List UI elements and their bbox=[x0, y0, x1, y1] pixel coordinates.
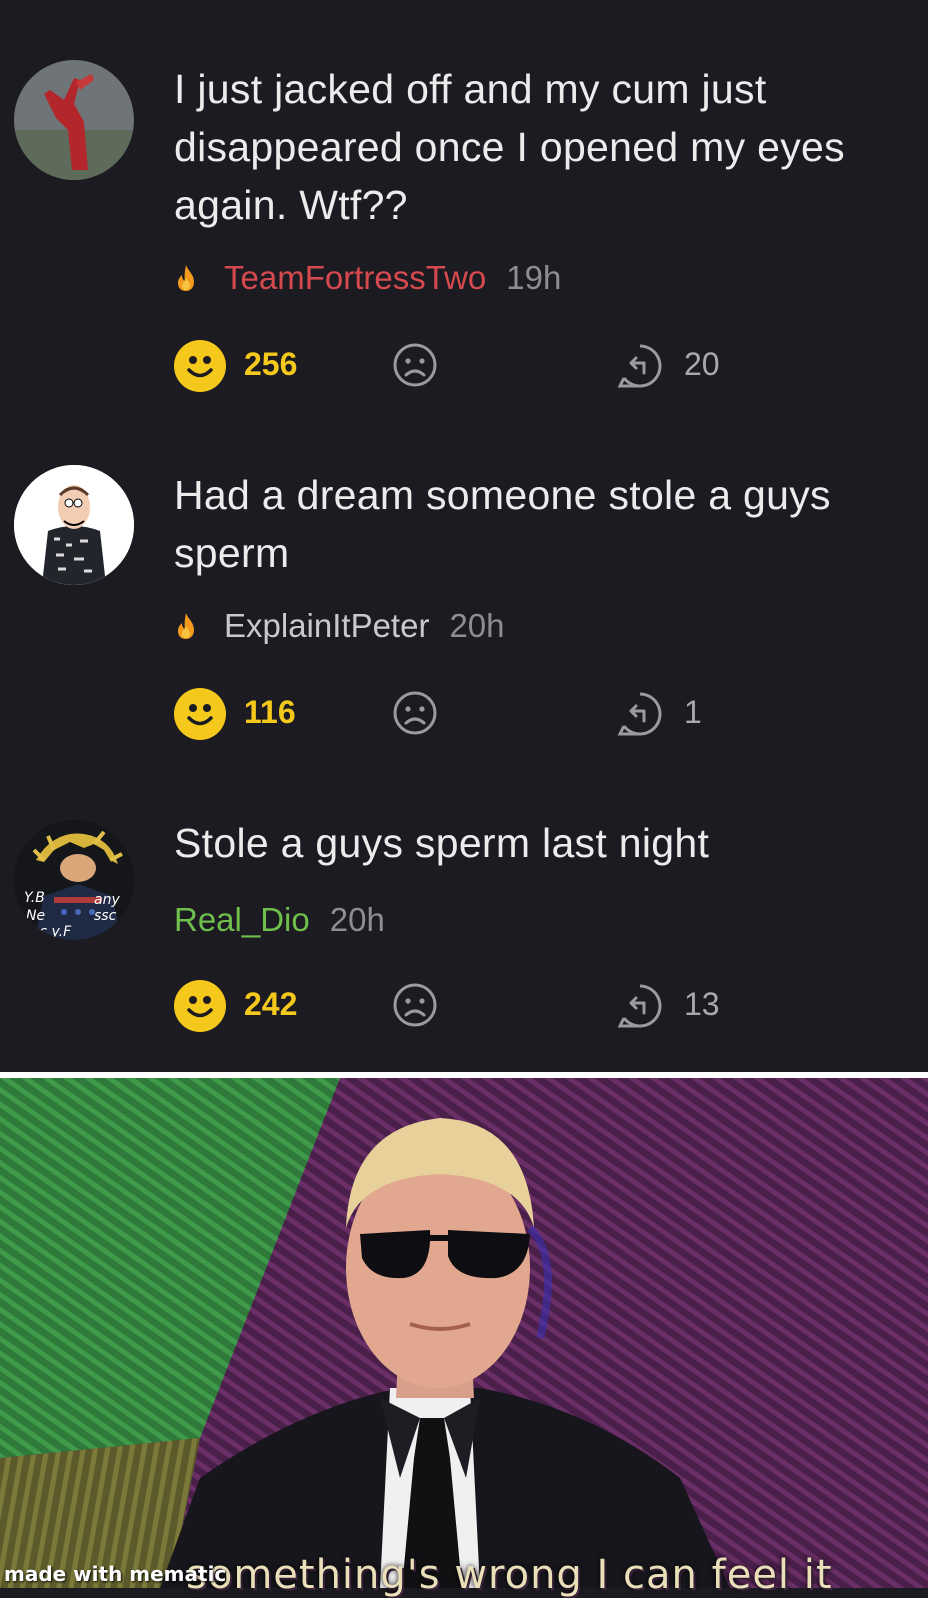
post-actions: 116 1 bbox=[174, 688, 774, 748]
smiley-icon bbox=[187, 356, 213, 378]
username[interactable]: Real_Dio bbox=[174, 901, 310, 939]
username[interactable]: TeamFortressTwo bbox=[224, 259, 486, 297]
post-meta: TeamFortressTwo 19h bbox=[174, 256, 561, 300]
flame-icon bbox=[178, 265, 194, 291]
reply-count: 13 bbox=[684, 986, 720, 1022]
meme-image bbox=[0, 1078, 928, 1588]
username[interactable]: ExplainItPeter bbox=[224, 607, 429, 645]
like-count: 256 bbox=[244, 346, 298, 382]
svg-text:sc y.F: sc y.F bbox=[32, 924, 72, 940]
post-time: 20h bbox=[329, 901, 385, 938]
smiley-icon bbox=[187, 704, 213, 726]
watermark: made with mematic bbox=[4, 1562, 227, 1586]
svg-text:any: any bbox=[94, 892, 120, 908]
like-button[interactable] bbox=[174, 340, 226, 392]
reply-count: 1 bbox=[684, 694, 702, 730]
post-text: Stole a guys sperm last night bbox=[174, 820, 710, 866]
like-button[interactable] bbox=[174, 688, 226, 740]
svg-text:ssc: ssc bbox=[94, 908, 117, 924]
dislike-button[interactable] bbox=[392, 982, 438, 1028]
post-actions: 242 13 bbox=[174, 980, 774, 1040]
comment-feed: I just jacked off and my cum just disapp… bbox=[0, 0, 928, 1072]
svg-text:Y.B: Y.B bbox=[24, 890, 45, 906]
reply-icon[interactable] bbox=[616, 690, 664, 738]
post-actions: 256 20 bbox=[174, 340, 774, 400]
flame-icon bbox=[178, 613, 194, 639]
like-button[interactable] bbox=[174, 980, 226, 1032]
user-avatar[interactable] bbox=[14, 60, 134, 180]
like-count: 116 bbox=[244, 694, 296, 730]
post-time: 19h bbox=[506, 259, 562, 296]
post-meta: ExplainItPeter 20h bbox=[174, 604, 505, 648]
reply-icon[interactable] bbox=[616, 982, 664, 1030]
reply-count: 20 bbox=[684, 346, 720, 382]
dislike-button[interactable] bbox=[392, 342, 438, 388]
user-avatar[interactable]: Y.B any Ne ssc sc y.F bbox=[14, 820, 134, 940]
meme-caption: something's wrong I can feel it bbox=[186, 1552, 833, 1598]
post-time: 20h bbox=[449, 607, 505, 644]
like-count: 242 bbox=[244, 986, 298, 1022]
post-text: I just jacked off and my cum just disapp… bbox=[174, 66, 845, 228]
user-avatar[interactable] bbox=[14, 465, 134, 585]
post-meta: Real_Dio 20h bbox=[174, 898, 385, 942]
smiley-icon bbox=[187, 996, 213, 1018]
reply-icon[interactable] bbox=[616, 342, 664, 390]
svg-text:Ne: Ne bbox=[26, 908, 45, 924]
dislike-button[interactable] bbox=[392, 690, 438, 736]
post-text: Had a dream someone stole a guys sperm bbox=[174, 472, 831, 576]
